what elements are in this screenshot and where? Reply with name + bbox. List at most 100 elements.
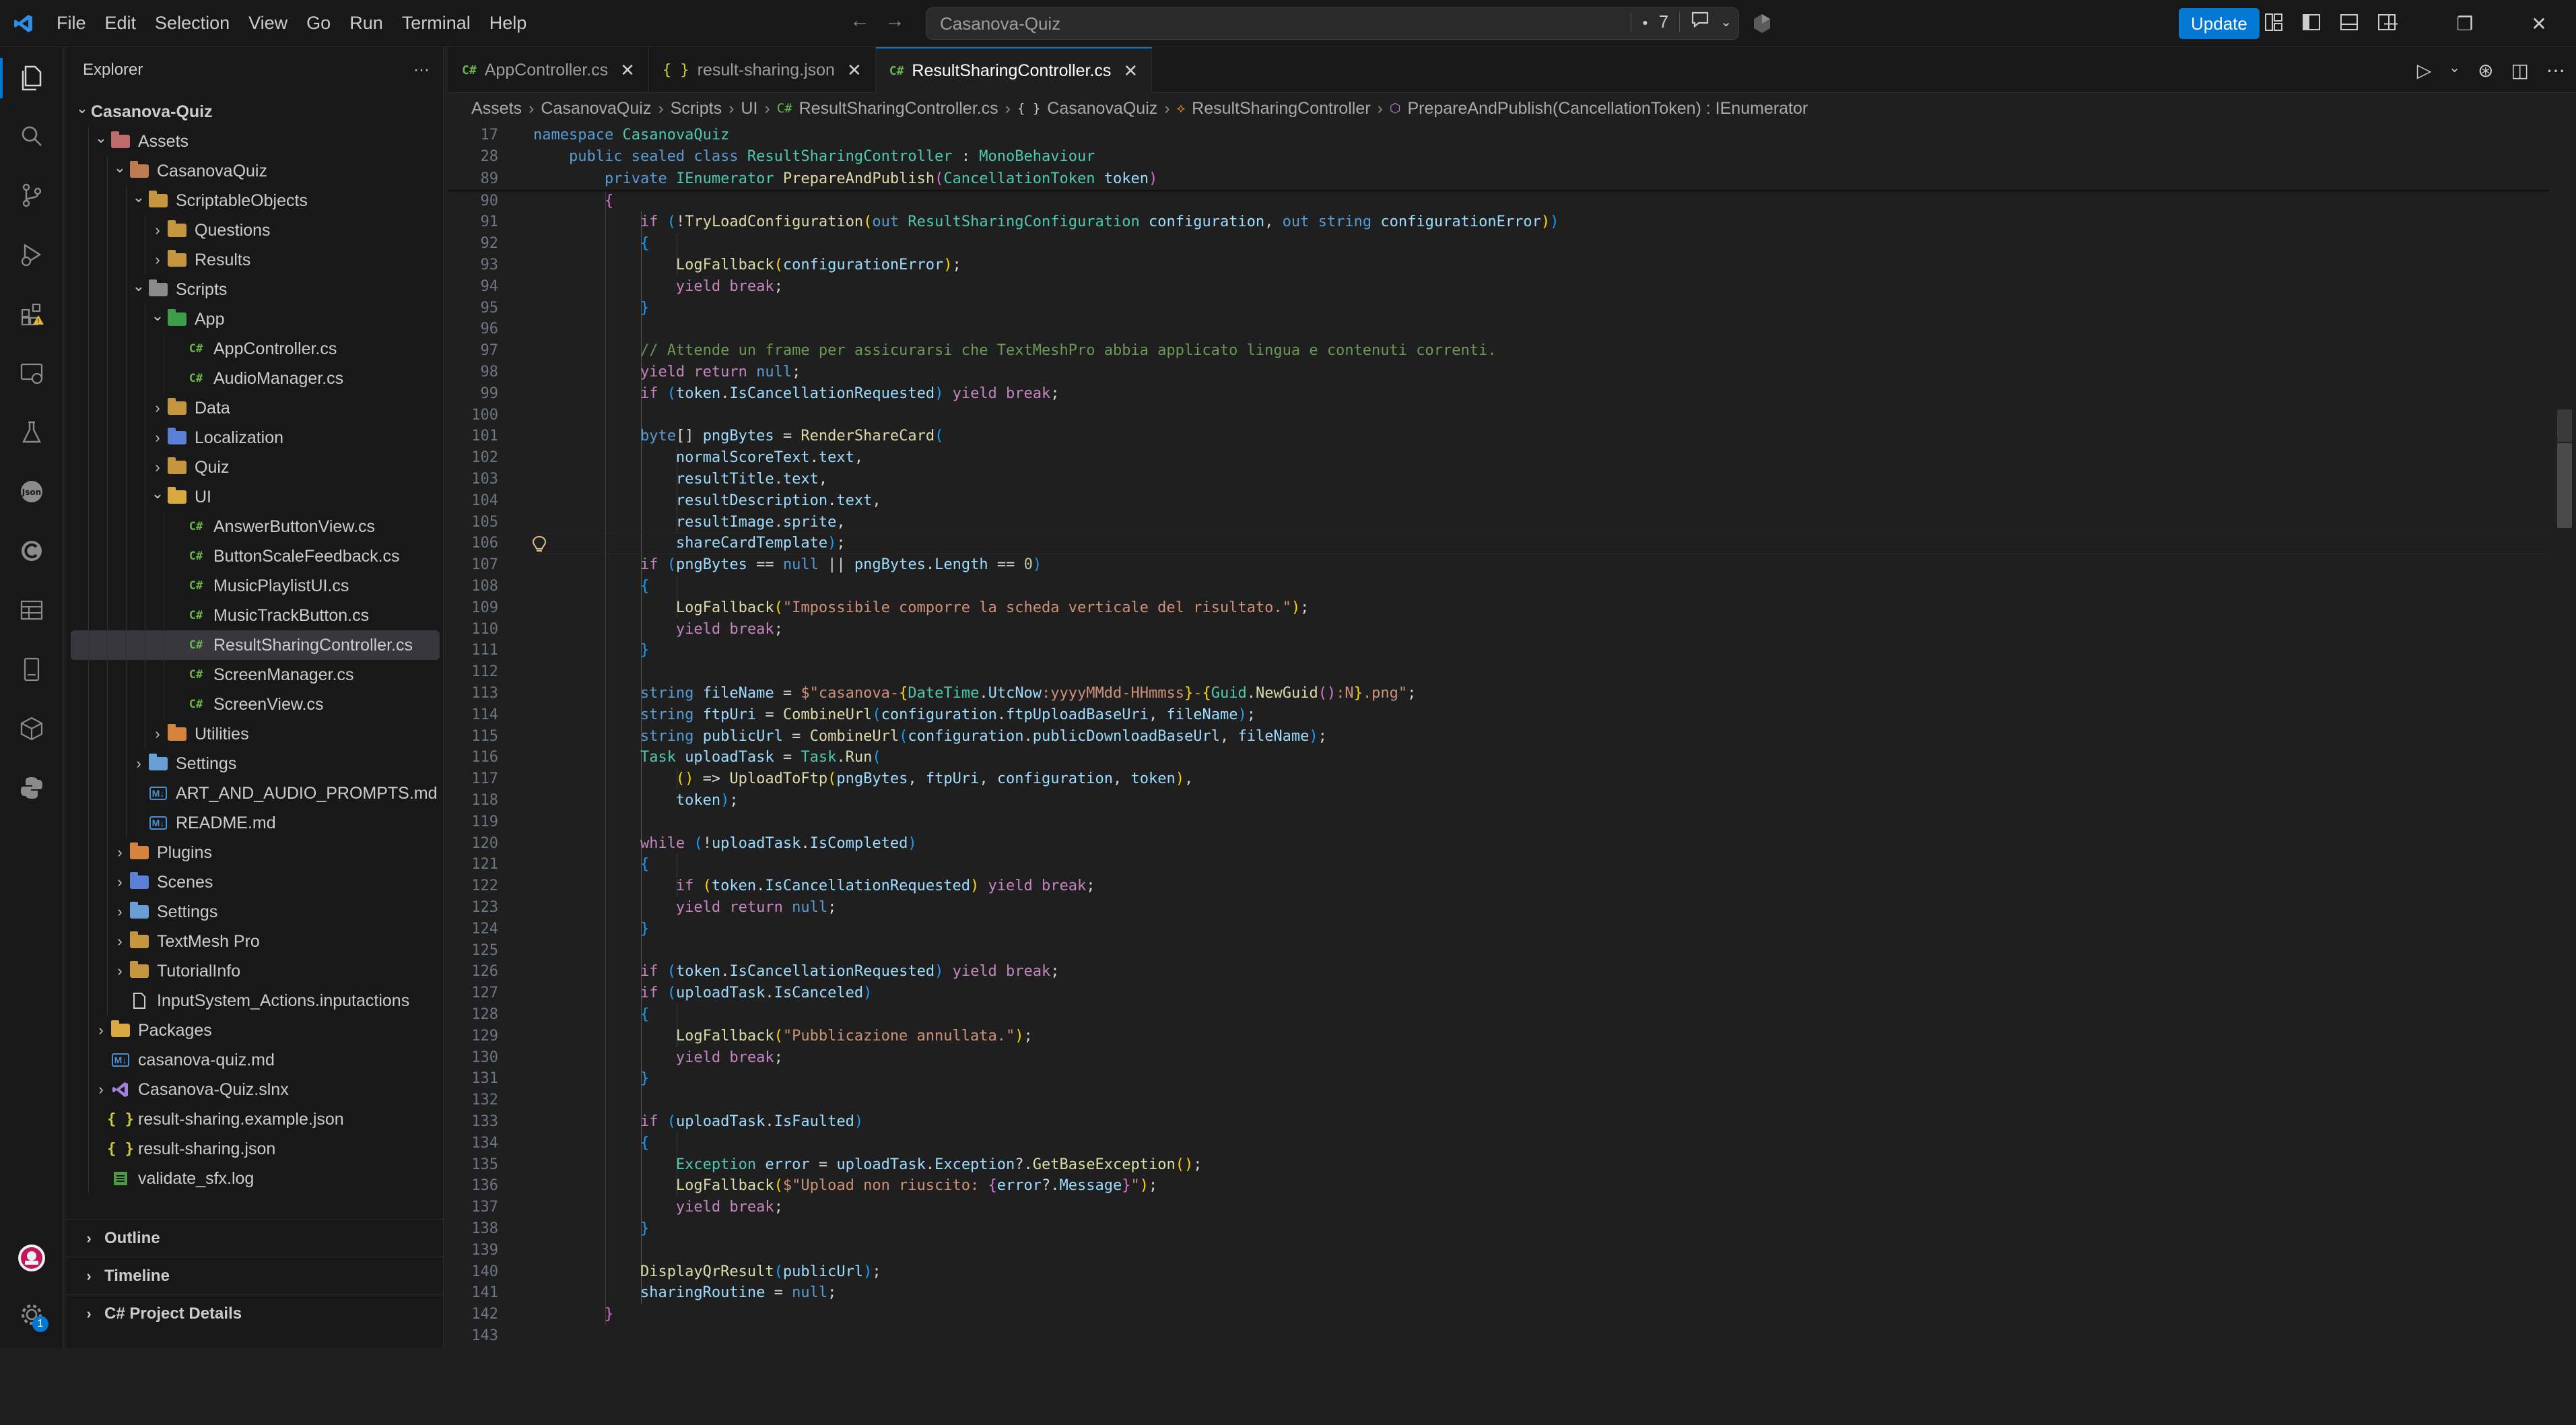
tree-folder[interactable]: ⌄ App <box>67 304 444 334</box>
code-line[interactable]: 143 <box>448 1325 2549 1346</box>
tree-file[interactable]: › Casanova-Quiz.slnx <box>67 1075 444 1104</box>
chevron-down-icon[interactable]: ⌄ <box>2449 59 2460 81</box>
tab-result-sharing-json[interactable]: { } result-sharing.json ✕ <box>649 47 876 93</box>
tab-resultsharingcontroller-cs[interactable]: C# ResultSharingController.cs ✕ <box>875 47 1153 93</box>
code-line[interactable]: 120 while (!uploadTask.IsCompleted) <box>448 832 2549 854</box>
tree-folder[interactable]: ⌄ UI <box>67 482 444 512</box>
tree-file[interactable]: C# AudioManager.cs <box>67 364 444 393</box>
breadcrumb-item[interactable]: PrepareAndPublish(CancellationToken) : I… <box>1407 99 1808 119</box>
code-line[interactable]: 127 if (uploadTask.IsCanceled) <box>448 983 2549 1004</box>
remote-explorer-icon[interactable] <box>0 346 63 400</box>
lightbulb-icon[interactable] <box>531 535 548 558</box>
code-line[interactable]: 121 { <box>448 854 2549 875</box>
menu-go[interactable]: Go <box>297 6 340 41</box>
tree-file[interactable]: C# AppController.cs <box>67 334 444 364</box>
tree-folder[interactable]: ⌄ Scripts <box>67 275 444 304</box>
code-line[interactable]: 107 if (pngBytes == null || pngBytes.Len… <box>448 554 2549 576</box>
tree-file[interactable]: C# MusicPlaylistUI.cs <box>67 571 444 601</box>
close-tab-icon[interactable]: ✕ <box>620 60 635 81</box>
tree-folder[interactable]: › Settings <box>67 897 444 927</box>
code-line[interactable]: 101 byte[] pngBytes = RenderShareCard( <box>448 426 2549 447</box>
code-line[interactable]: 133 if (uploadTask.IsFaulted) <box>448 1111 2549 1132</box>
code-line[interactable]: 141 sharingRoutine = null; <box>448 1282 2549 1304</box>
menu-terminal[interactable]: Terminal <box>393 6 480 41</box>
customize-layout-icon[interactable] <box>2264 12 2284 32</box>
code-line[interactable]: 123 yield return null; <box>448 896 2549 918</box>
code-line[interactable]: 139 <box>448 1239 2549 1261</box>
breadcrumb-item[interactable]: CasanovaQuiz <box>541 99 651 119</box>
code-line[interactable]: 124 } <box>448 918 2549 939</box>
menu-help[interactable]: Help <box>480 6 537 41</box>
tree-file[interactable]: C# AnswerButtonView.cs <box>67 512 444 541</box>
code-line[interactable]: 115 string publicUrl = CombineUrl(config… <box>448 725 2549 747</box>
code-line[interactable]: 118 token); <box>448 789 2549 811</box>
tree-file[interactable]: C# MusicTrackButton.cs <box>67 601 444 630</box>
tree-folder[interactable]: › Questions <box>67 216 444 245</box>
breadcrumb-item[interactable]: CasanovaQuiz <box>1047 99 1157 119</box>
close-tab-icon[interactable]: ✕ <box>1123 61 1138 81</box>
tree-folder[interactable]: › Plugins <box>67 838 444 867</box>
menu-file[interactable]: File <box>47 6 96 41</box>
toggle-primary-sidebar-icon[interactable] <box>2301 12 2321 32</box>
breadcrumb-item[interactable]: Scripts <box>671 99 722 119</box>
code-line[interactable]: 122 if (token.IsCancellationRequested) y… <box>448 875 2549 897</box>
close-tab-icon[interactable]: ✕ <box>847 60 862 81</box>
tree-folder[interactable]: › Results <box>67 245 444 275</box>
sticky-scroll-line[interactable]: 89 private IEnumerator PrepareAndPublish… <box>448 168 2549 190</box>
search-icon[interactable] <box>0 109 63 163</box>
code-line[interactable]: 108 { <box>448 575 2549 597</box>
code-line[interactable]: 128 { <box>448 1003 2549 1025</box>
code-line[interactable]: 119 <box>448 811 2549 832</box>
tree-file[interactable]: C# ScreenManager.cs <box>67 660 444 690</box>
tree-folder[interactable]: › Data <box>67 393 444 423</box>
split-editor-icon[interactable]: ◫ <box>2511 59 2529 81</box>
code-line[interactable]: 94 yield break; <box>448 275 2549 297</box>
code-line[interactable]: 106 shareCardTemplate); <box>448 533 2549 554</box>
code-line[interactable]: 130 yield break; <box>448 1047 2549 1068</box>
code-line[interactable]: 103 resultTitle.text, <box>448 468 2549 490</box>
code-line[interactable]: 116 Task uploadTask = Task.Run( <box>448 747 2549 768</box>
code-line[interactable]: 114 string ftpUri = CombineUrl(configura… <box>448 704 2549 725</box>
back-arrow-icon[interactable]: ← <box>850 9 870 32</box>
code-line[interactable]: 112 <box>448 661 2549 683</box>
tree-file[interactable]: { } result-sharing.json <box>67 1134 444 1164</box>
code-line[interactable]: 102 normalScoreText.text, <box>448 447 2549 469</box>
tree-file[interactable]: InputSystem_Actions.inputactions <box>67 986 444 1016</box>
minimize-icon[interactable]: ─ <box>2354 0 2428 47</box>
update-button[interactable]: Update <box>2179 8 2260 39</box>
code-line[interactable]: 134 { <box>448 1132 2549 1154</box>
code-line[interactable]: 90 { <box>448 190 2549 211</box>
code-editor[interactable]: 90 {91 if (!TryLoadConfiguration(out Res… <box>448 124 2576 1348</box>
tree-folder[interactable]: ⌄ Casanova-Quiz <box>67 97 444 127</box>
run-debug-icon[interactable] <box>0 228 63 281</box>
tree-file[interactable]: M↓ casanova-quiz.md <box>67 1045 444 1075</box>
tree-file[interactable]: C# ResultSharingController.cs <box>71 630 440 660</box>
code-line[interactable]: 136 LogFallback($"Upload non riuscito: {… <box>448 1175 2549 1197</box>
restore-icon[interactable]: ❐ <box>2428 0 2502 47</box>
copilot-icon[interactable] <box>1751 12 1773 38</box>
code-line[interactable]: 117 () => UploadToFtp(pngBytes, ftpUri, … <box>448 768 2549 790</box>
breadcrumb-item[interactable]: ResultSharingController.cs <box>799 99 998 119</box>
code-line[interactable]: 138 } <box>448 1218 2549 1239</box>
testing-icon[interactable] <box>0 405 63 459</box>
code-line[interactable]: 98 yield return null; <box>448 361 2549 383</box>
code-line[interactable]: 92 { <box>448 233 2549 255</box>
copilot-swirl-icon[interactable]: ⊛ <box>2478 59 2493 81</box>
copilot-c-icon[interactable] <box>0 524 63 578</box>
code-line[interactable]: 132 <box>448 1090 2549 1111</box>
code-line[interactable]: 125 <box>448 939 2549 961</box>
tree-folder[interactable]: › Packages <box>67 1016 444 1045</box>
more-actions-icon[interactable]: ⋯ <box>2546 59 2565 81</box>
code-line[interactable]: 113 string fileName = $"casanova-{DateTi… <box>448 682 2549 704</box>
code-line[interactable]: 96 <box>448 319 2549 340</box>
code-line[interactable]: 105 resultImage.sprite, <box>448 511 2549 533</box>
explorer-icon[interactable] <box>0 51 63 105</box>
manage-gear-icon[interactable]: 1 <box>0 1288 63 1341</box>
tree-file[interactable]: validate_sfx.log <box>67 1164 444 1193</box>
tree-folder[interactable]: ⌄ Assets <box>67 127 444 156</box>
account-icon[interactable] <box>0 1231 63 1285</box>
more-actions-icon[interactable]: ··· <box>413 61 430 79</box>
code-line[interactable]: 100 <box>448 404 2549 426</box>
breadcrumb-item[interactable]: Assets <box>471 99 522 119</box>
tree-folder[interactable]: › TextMesh Pro <box>67 927 444 956</box>
